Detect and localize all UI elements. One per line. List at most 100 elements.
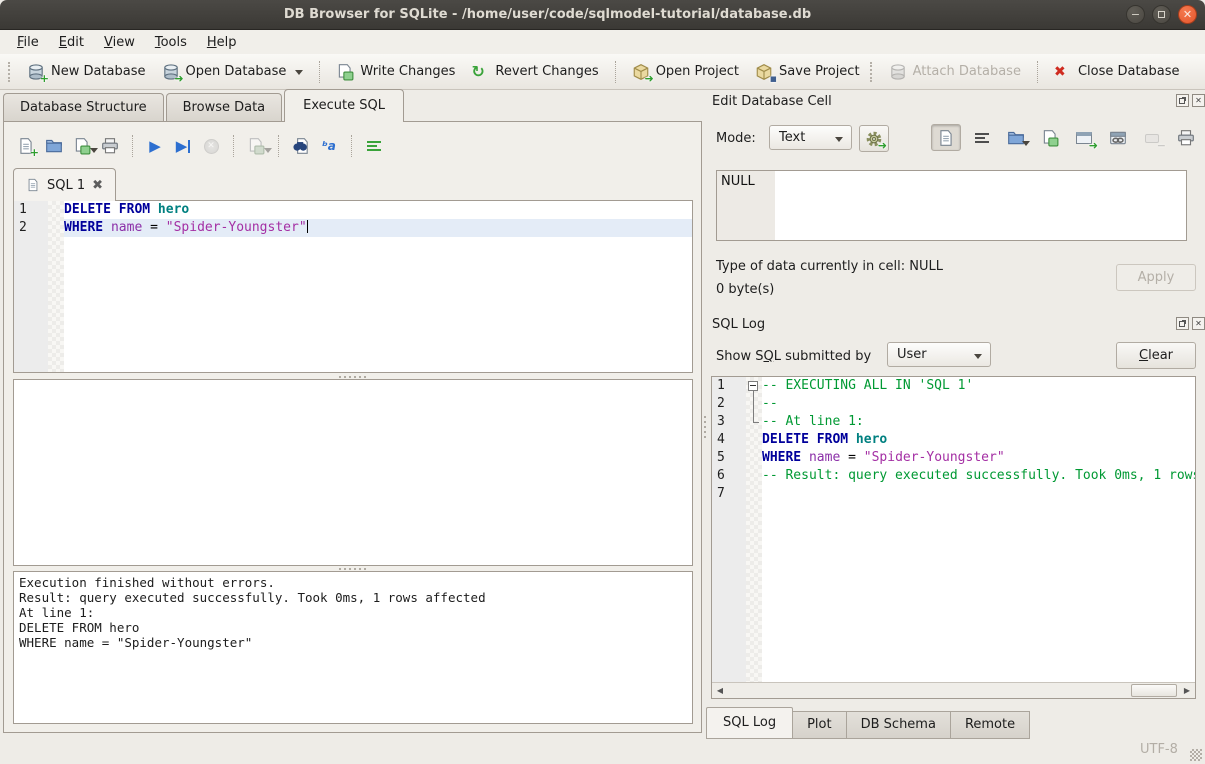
tab-sql-log[interactable]: SQL Log [706,707,793,739]
new-database-button[interactable]: + New Database [19,59,154,85]
messages-content: Execution finished without errors.Result… [14,572,692,653]
execute-current-line-icon[interactable]: ▶ [169,133,197,159]
mode-label: Mode: [716,131,756,146]
main-tab-bar: Database Structure Browse Data Execute S… [3,90,406,122]
close-panel-icon[interactable]: ✕ [1192,317,1205,330]
code-text [762,485,1195,503]
toolbar-separator [319,61,320,83]
new-tab-icon[interactable]: + [12,133,40,159]
minimize-button[interactable]: − [1126,5,1145,24]
revert-changes-button[interactable]: ↻ Revert Changes [463,59,606,85]
word-wrap-icon[interactable] [972,128,992,148]
open-database-dropdown-icon[interactable] [295,70,303,79]
open-project-button[interactable]: ➜ Open Project [624,59,747,85]
code-line[interactable]: 1DELETE FROM hero [14,201,692,219]
execute-sql-panel: + ▶ ▶ ✕ ᵇa SQL 1 ✖ 1DELETE FROM hero2WHE [3,121,702,733]
code-text: -- At line 1: [762,413,1195,431]
sql-editor-toolbar: + ▶ ▶ ✕ ᵇa [12,131,388,161]
menu-file[interactable]: File [8,33,48,52]
code-line: 7 [712,485,1195,503]
copy-link-icon[interactable] [1108,128,1128,148]
toolbar-handle[interactable] [8,62,13,82]
menu-edit[interactable]: Edit [50,33,93,52]
find-icon[interactable] [287,133,315,159]
import-text-icon[interactable] [1006,128,1026,148]
sql-editor-tab[interactable]: SQL 1 ✖ [13,168,116,201]
scroll-right-icon[interactable]: ▶ [1179,683,1195,698]
text-mode-button[interactable] [931,124,961,151]
word-wrap-icon[interactable] [360,133,388,159]
title-bar[interactable]: DB Browser for SQLite - /home/user/code/… [0,0,1205,30]
cell-value-editor[interactable]: NULL [716,170,1187,241]
horizontal-scrollbar[interactable]: ◀ ▶ [712,682,1195,698]
sql-log-code: 1-- EXECUTING ALL IN 'SQL 1'2--3-- At li… [712,377,1195,503]
edit-cell-header: Edit Database Cell [712,91,832,111]
close-button[interactable]: ✕ [1178,5,1197,24]
save-project-button[interactable]: ▪ Save Project [747,59,868,85]
close-database-button[interactable]: ✖ Close Database [1046,59,1188,85]
write-changes-icon [336,63,354,81]
edit-cell-title: Edit Database Cell [712,94,832,109]
print-icon[interactable] [1176,128,1196,148]
print-icon[interactable] [96,133,124,159]
save-sql-file-icon[interactable] [68,133,96,159]
fold-marker-icon[interactable] [746,377,762,395]
mode-select[interactable]: Text [769,125,852,150]
panel-splitter[interactable] [702,121,707,733]
open-external-icon[interactable]: ➜ [1074,128,1094,148]
write-changes-button[interactable]: Write Changes [328,59,463,85]
log-filter-select[interactable]: User [887,342,991,367]
cell-null-label: NULL [717,171,775,240]
find-replace-icon[interactable]: ᵇa [315,133,343,159]
code-text[interactable]: DELETE FROM hero [64,201,692,219]
scroll-left-icon[interactable]: ◀ [712,683,728,698]
tab-plot[interactable]: Plot [792,711,847,739]
scrollbar-thumb[interactable] [1131,684,1177,697]
sql-file-icon [26,178,40,192]
menu-view[interactable]: View [95,33,144,52]
tab-remote[interactable]: Remote [950,711,1030,739]
cell-type-info: Type of data currently in cell: NULL [716,259,943,274]
toolbar-handle[interactable] [870,62,875,82]
cell-size-info: 0 byte(s) [716,282,774,297]
tab-browse-data[interactable]: Browse Data [166,93,283,122]
tab-database-structure[interactable]: Database Structure [3,93,164,122]
attach-database-icon [889,63,907,81]
messages-pane[interactable]: Execution finished without errors.Result… [13,571,693,724]
sql-tab-label: SQL 1 [47,178,85,193]
tab-execute-sql[interactable]: Execute SQL [284,89,404,122]
resize-grip[interactable] [1190,749,1202,761]
sql-log-pane[interactable]: 1-- EXECUTING ALL IN 'SQL 1'2--3-- At li… [711,376,1196,699]
sql-editor[interactable]: 1DELETE FROM hero2WHERE name = "Spider-Y… [13,200,693,373]
message-line: DELETE FROM hero [19,620,687,635]
float-panel-icon[interactable] [1176,94,1189,107]
results-grid[interactable] [13,379,693,566]
code-line: 3-- At line 1: [712,413,1195,431]
message-line: Result: query executed successfully. Too… [19,590,687,605]
close-tab-icon[interactable]: ✖ [92,178,103,193]
code-text: WHERE name = "Spider-Youngster" [762,449,1195,467]
float-panel-icon[interactable] [1176,317,1189,330]
apply-button: Apply [1116,264,1196,291]
open-database-button[interactable]: ➜ Open Database [154,59,312,85]
export-text-icon[interactable] [1040,128,1060,148]
code-text[interactable]: WHERE name = "Spider-Youngster" [64,219,692,237]
maximize-button[interactable] [1152,5,1171,24]
code-line[interactable]: 2WHERE name = "Spider-Youngster" [14,219,692,237]
menu-tools[interactable]: Tools [146,33,196,52]
close-panel-icon[interactable]: ✕ [1192,94,1205,107]
execute-all-icon[interactable]: ▶ [141,133,169,159]
menu-help[interactable]: Help [198,33,246,52]
tab-db-schema[interactable]: DB Schema [846,711,951,739]
bottom-tab-bar: SQL Log Plot DB Schema Remote [706,707,1029,739]
open-project-icon: ➜ [632,63,650,81]
sql-log-header: SQL Log [712,314,765,334]
fold-margin [746,449,762,467]
clear-log-button[interactable]: Clear [1116,342,1196,369]
open-sql-file-icon[interactable] [40,133,68,159]
save-project-icon: ▪ [755,63,773,81]
fold-margin [746,485,762,503]
sql-editor-code[interactable]: 1DELETE FROM hero2WHERE name = "Spider-Y… [14,201,692,237]
code-text: -- EXECUTING ALL IN 'SQL 1' [762,377,1195,395]
auto-switch-mode-button[interactable]: ➜ [859,125,889,152]
